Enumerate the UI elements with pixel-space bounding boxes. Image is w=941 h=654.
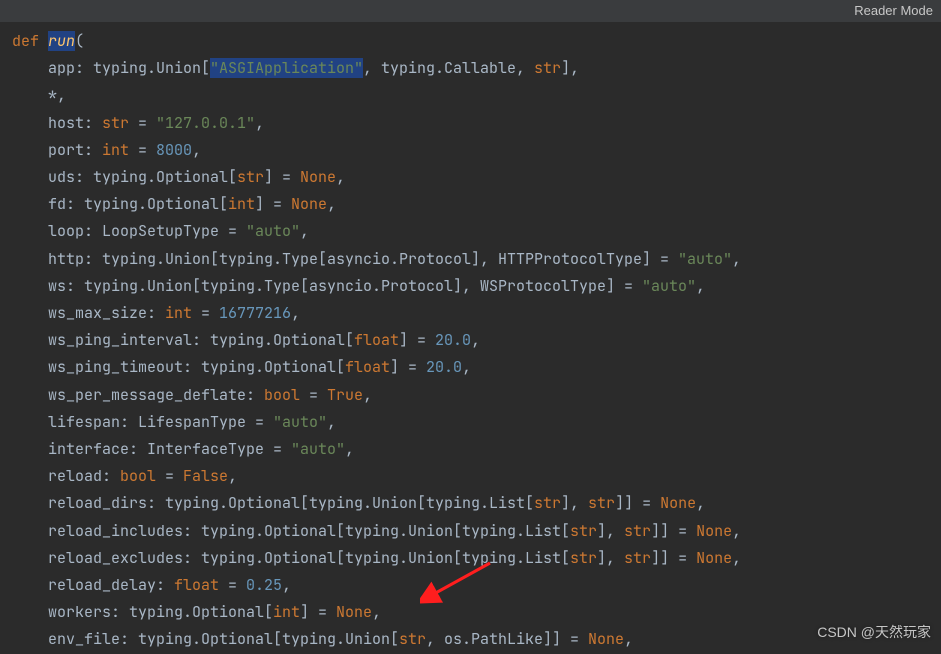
type-str: str: [534, 58, 561, 78]
watermark: CSDN @天然玩家: [817, 622, 931, 642]
type-str: str: [102, 113, 129, 133]
string-literal: "auto": [678, 249, 732, 269]
code-line: http: typing.Union[typing.Type[asyncio.P…: [12, 246, 941, 273]
keyword-none: None: [588, 629, 624, 649]
string-literal: "auto": [246, 221, 300, 241]
type-int: int: [102, 140, 129, 160]
keyword-false: False: [183, 466, 228, 486]
code-line: workers: typing.Optional[int] = None,: [12, 599, 941, 626]
code-line: def run(: [12, 28, 941, 55]
keyword-none: None: [696, 548, 732, 568]
type-str: str: [399, 629, 426, 649]
topbar: Reader Mode: [0, 0, 941, 22]
function-name: run: [48, 31, 75, 51]
type-str: str: [624, 521, 651, 541]
code-line: reload_includes: typing.Optional[typing.…: [12, 518, 941, 545]
type-bool: bool: [264, 385, 300, 405]
keyword-true: True: [327, 385, 363, 405]
reader-mode-button[interactable]: Reader Mode: [854, 3, 933, 18]
keyword-none: None: [336, 602, 372, 622]
keyword-none: None: [696, 521, 732, 541]
type-float: float: [354, 330, 399, 350]
number-literal: 0.25: [246, 575, 282, 595]
number-literal: 20.0: [435, 330, 471, 350]
code-line: ws_per_message_deflate: bool = True,: [12, 382, 941, 409]
type-str: str: [570, 521, 597, 541]
keyword-def: def: [12, 31, 48, 51]
type-float: float: [345, 357, 390, 377]
code-line: ws_max_size: int = 16777216,: [12, 300, 941, 327]
code-editor[interactable]: def run( app: typing.Union["ASGIApplicat…: [0, 22, 941, 654]
code-line: ws: typing.Union[typing.Type[asyncio.Pro…: [12, 273, 941, 300]
keyword-none: None: [300, 167, 336, 187]
code-line: fd: typing.Optional[int] = None,: [12, 191, 941, 218]
type-int: int: [273, 602, 300, 622]
number-literal: 8000: [156, 140, 192, 160]
string-literal: "ASGIApplication": [210, 58, 363, 78]
code-line: ws_ping_timeout: typing.Optional[float] …: [12, 354, 941, 381]
type-str: str: [237, 167, 264, 187]
type-str: str: [624, 548, 651, 568]
type-bool: bool: [120, 466, 156, 486]
code-line: app: typing.Union["ASGIApplication", typ…: [12, 55, 941, 82]
code-line: reload: bool = False,: [12, 463, 941, 490]
code-line: ws_ping_interval: typing.Optional[float]…: [12, 327, 941, 354]
type-str: str: [588, 493, 615, 513]
number-literal: 16777216: [219, 303, 291, 323]
string-literal: "127.0.0.1": [156, 113, 255, 133]
type-int: int: [165, 303, 192, 323]
string-literal: "auto": [291, 439, 345, 459]
code-line: port: int = 8000,: [12, 137, 941, 164]
code-line: lifespan: LifespanType = "auto",: [12, 409, 941, 436]
code-line: host: str = "127.0.0.1",: [12, 110, 941, 137]
code-line: interface: InterfaceType = "auto",: [12, 436, 941, 463]
keyword-none: None: [291, 194, 327, 214]
code-line: *,: [12, 82, 941, 109]
code-line: loop: LoopSetupType = "auto",: [12, 218, 941, 245]
type-float: float: [174, 575, 219, 595]
code-line: reload_delay: float = 0.25,: [12, 572, 941, 599]
code-line: reload_dirs: typing.Optional[typing.Unio…: [12, 490, 941, 517]
type-str: str: [570, 548, 597, 568]
type-str: str: [534, 493, 561, 513]
code-line: uds: typing.Optional[str] = None,: [12, 164, 941, 191]
type-int: int: [228, 194, 255, 214]
keyword-none: None: [660, 493, 696, 513]
code-line: reload_excludes: typing.Optional[typing.…: [12, 545, 941, 572]
string-literal: "auto": [273, 412, 327, 432]
paren: (: [75, 31, 84, 51]
number-literal: 20.0: [426, 357, 462, 377]
string-literal: "auto": [642, 276, 696, 296]
